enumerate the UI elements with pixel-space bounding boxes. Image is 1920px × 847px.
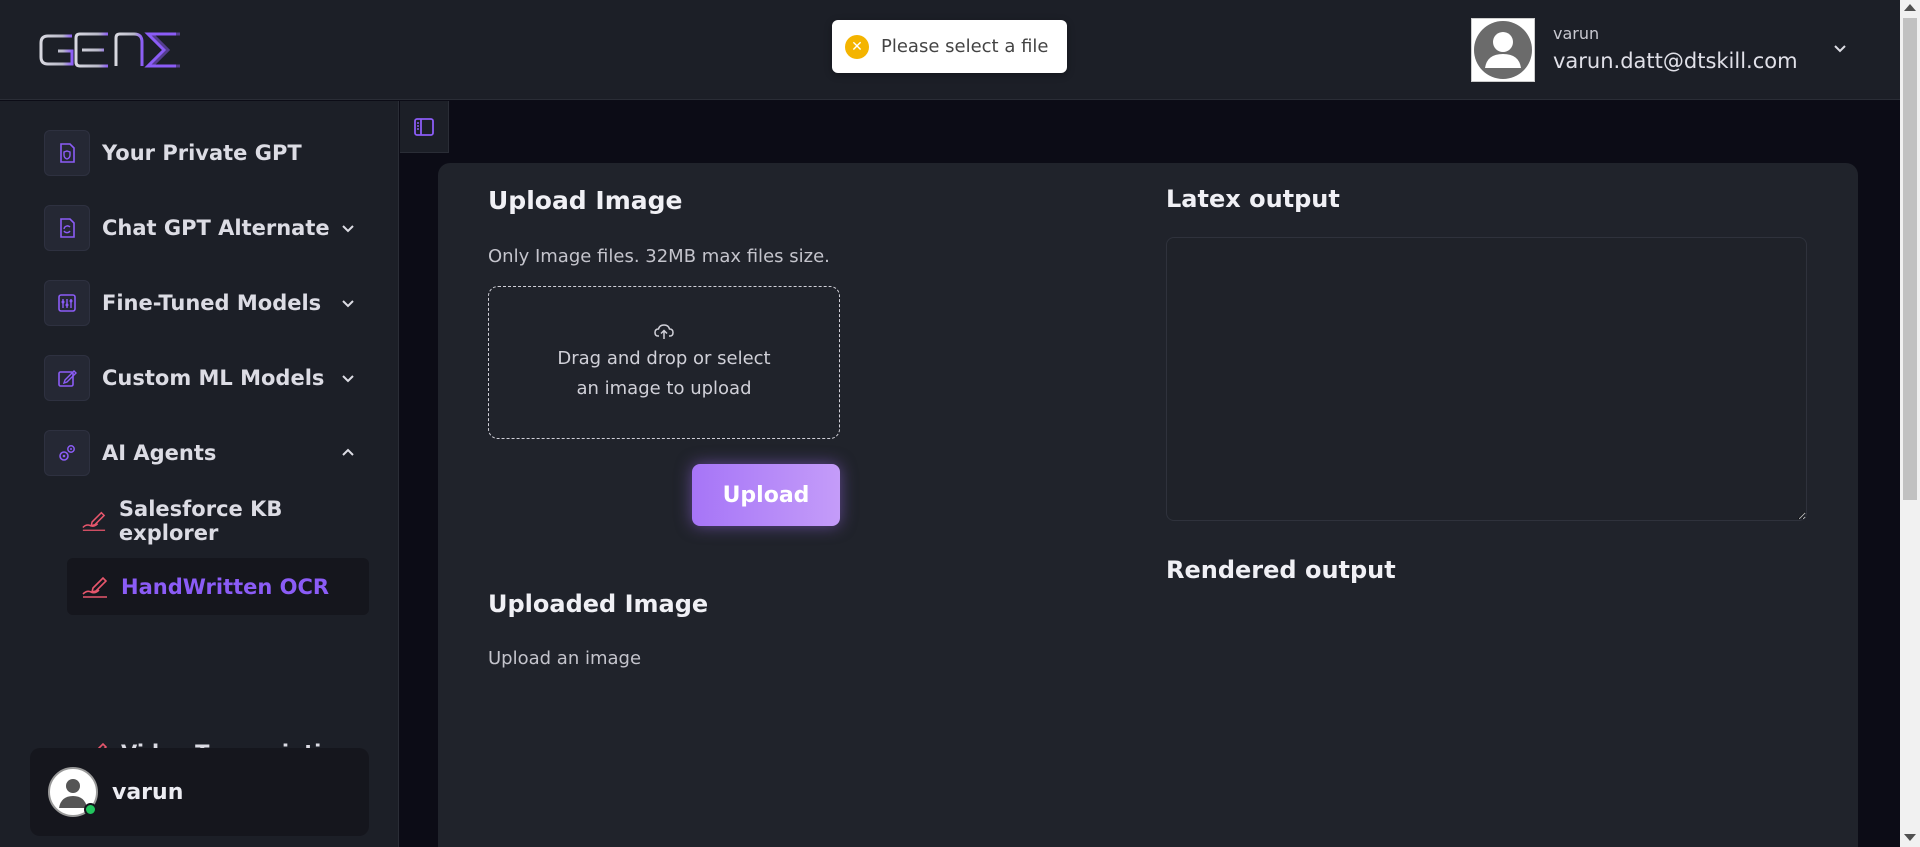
refresh-doc-icon (44, 205, 90, 251)
chevron-down-icon[interactable] (339, 294, 357, 312)
chevron-down-icon[interactable] (1830, 38, 1850, 58)
upload-dropzone[interactable]: Drag and drop or select an image to uplo… (488, 286, 840, 439)
user-name: varun (1553, 24, 1600, 43)
edit-doc-icon (44, 355, 90, 401)
sidebar: Your Private GPT Chat GPT Alternate Fine… (0, 101, 399, 847)
toast-message: Please select a file (881, 36, 1049, 57)
error-toast: ✕ Please select a file (832, 20, 1067, 73)
user-silhouette-icon (1474, 21, 1532, 79)
upload-hint: Only Image files. 32MB max files size. (488, 246, 830, 267)
shield-doc-icon (44, 130, 90, 176)
gears-icon (44, 430, 90, 476)
chevron-down-icon[interactable] (339, 219, 357, 237)
sliders-icon (44, 280, 90, 326)
scroll-thumb[interactable] (1903, 18, 1917, 500)
sidebar-item-custom-ml-models[interactable]: Custom ML Models (44, 355, 369, 401)
sidebar-item-ai-agents[interactable]: AI Agents (44, 430, 369, 476)
sidebar-item-label: Your Private GPT (102, 141, 302, 165)
sidebar-item-private-gpt[interactable]: Your Private GPT (44, 130, 369, 176)
latex-output-title: Latex output (1166, 185, 1340, 213)
sidebar-subitem-salesforce-kb-explorer[interactable]: Salesforce KB explorer (67, 492, 369, 549)
sidebar-subitem-handwritten-ocr[interactable]: HandWritten OCR (67, 558, 369, 615)
rendered-output-title: Rendered output (1166, 556, 1396, 584)
sidebar-subitem-label: Salesforce KB explorer (118, 496, 283, 545)
sidebar-toggle-button[interactable] (400, 101, 449, 153)
scroll-up-arrow-icon[interactable] (1904, 4, 1916, 11)
cloud-upload-icon (654, 323, 674, 339)
top-header: ✕ Please select a file varun varun.datt@… (0, 0, 1900, 100)
sidebar-item-chat-gpt-alternate[interactable]: Chat GPT Alternate (44, 205, 369, 251)
profile-name: varun (112, 779, 184, 805)
handwriting-icon (82, 576, 108, 598)
sidebar-item-label: Custom ML Models (102, 366, 325, 390)
uploaded-image-title: Uploaded Image (488, 590, 709, 618)
user-email: varun.datt@dtskill.com (1553, 49, 1798, 73)
avatar (48, 767, 98, 817)
sidebar-item-label: Fine-Tuned Models (102, 291, 322, 315)
chevron-up-icon[interactable] (339, 444, 357, 462)
scroll-down-arrow-icon[interactable] (1904, 834, 1916, 841)
online-status-indicator (84, 803, 97, 816)
handwriting-icon (82, 511, 106, 531)
dropzone-text: Drag and drop or select an image to uplo… (557, 347, 771, 399)
sidebar-item-label: Chat GPT Alternate (102, 216, 330, 240)
sidebar-panel-icon (414, 117, 434, 136)
upload-button[interactable]: Upload (692, 464, 840, 526)
profile-card[interactable]: varun (30, 748, 369, 836)
gene-logo[interactable] (38, 30, 208, 70)
user-avatar[interactable] (1471, 18, 1535, 82)
chevron-down-icon[interactable] (339, 369, 357, 387)
latex-output-textarea[interactable] (1166, 237, 1807, 521)
sidebar-subitem-label: HandWritten OCR (121, 574, 330, 599)
uploaded-image-empty-text: Upload an image (488, 648, 642, 669)
upload-image-title: Upload Image (488, 186, 683, 215)
sidebar-item-fine-tuned-models[interactable]: Fine-Tuned Models (44, 280, 369, 326)
error-x-icon[interactable]: ✕ (845, 34, 869, 59)
sidebar-item-label: AI Agents (102, 441, 217, 465)
